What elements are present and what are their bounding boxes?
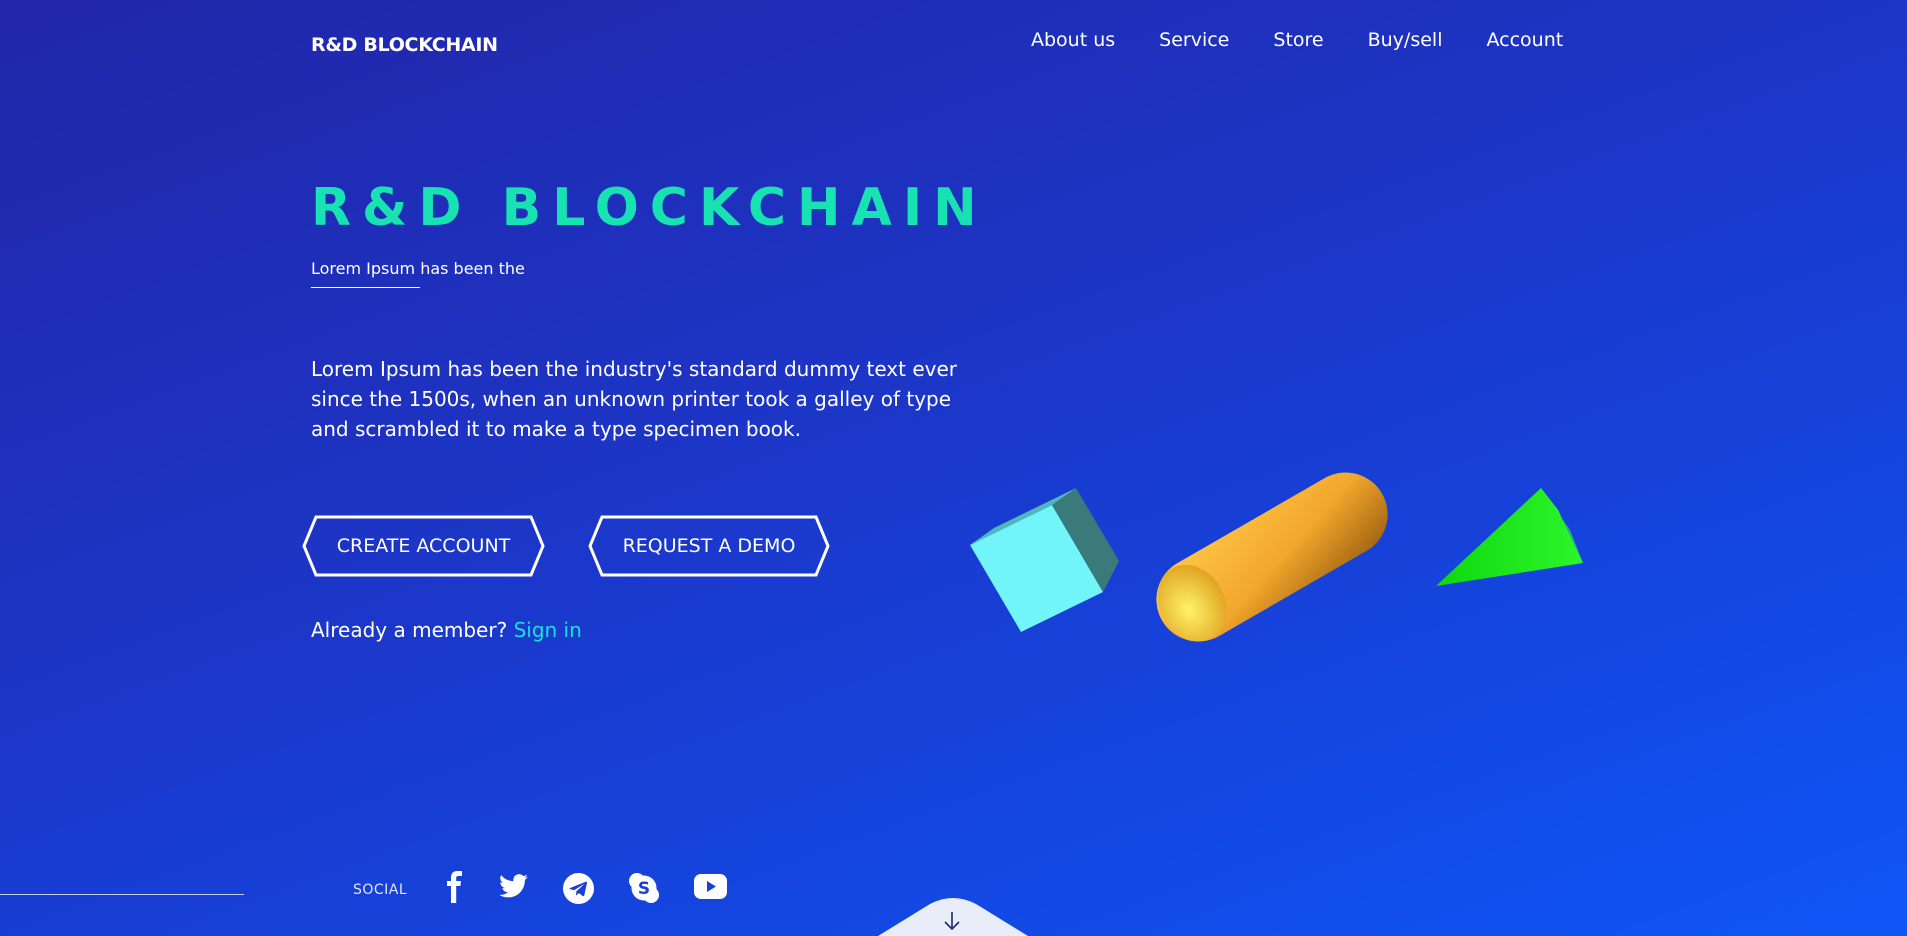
subtitle-underline — [311, 287, 420, 288]
cube-shape — [970, 488, 1119, 632]
request-demo-button[interactable]: REQUEST A DEMO — [588, 515, 830, 577]
create-account-label: CREATE ACCOUNT — [336, 535, 511, 557]
capsule-shape — [1156, 472, 1388, 642]
nav-about-us[interactable]: About us — [1031, 29, 1115, 51]
nav-service[interactable]: Service — [1159, 29, 1229, 51]
twitter-icon[interactable] — [499, 874, 528, 898]
svg-text:S: S — [638, 879, 650, 899]
member-text: Already a member? — [311, 618, 508, 642]
shapes-illustration — [970, 472, 1583, 642]
sign-in-link[interactable]: Sign in — [514, 618, 582, 642]
social-label: SOCIAL — [353, 882, 408, 898]
youtube-icon[interactable] — [694, 874, 727, 899]
nav-store[interactable]: Store — [1273, 29, 1323, 51]
telegram-icon[interactable] — [563, 873, 594, 904]
main-nav: About us Service Store Buy/sell Account — [1031, 29, 1563, 51]
brand-logo[interactable]: R&D BLOCKCHAIN — [311, 34, 498, 56]
side-divider — [0, 894, 244, 895]
nav-buy-sell[interactable]: Buy/sell — [1368, 29, 1443, 51]
cone-shape — [1436, 488, 1583, 586]
hero-title: R&D BLOCKCHAIN — [311, 178, 988, 238]
request-demo-label: REQUEST A DEMO — [622, 535, 796, 557]
hero-subtitle: Lorem Ipsum has been the — [311, 259, 525, 278]
create-account-button[interactable]: CREATE ACCOUNT — [302, 515, 545, 577]
skype-icon[interactable]: S — [628, 872, 660, 904]
member-prompt: Already a member? Sign in — [311, 618, 582, 642]
nav-account[interactable]: Account — [1486, 29, 1563, 51]
facebook-icon[interactable] — [446, 871, 464, 903]
hero-description: Lorem Ipsum has been the industry's stan… — [311, 357, 958, 441]
scroll-down-button[interactable] — [878, 896, 1028, 936]
